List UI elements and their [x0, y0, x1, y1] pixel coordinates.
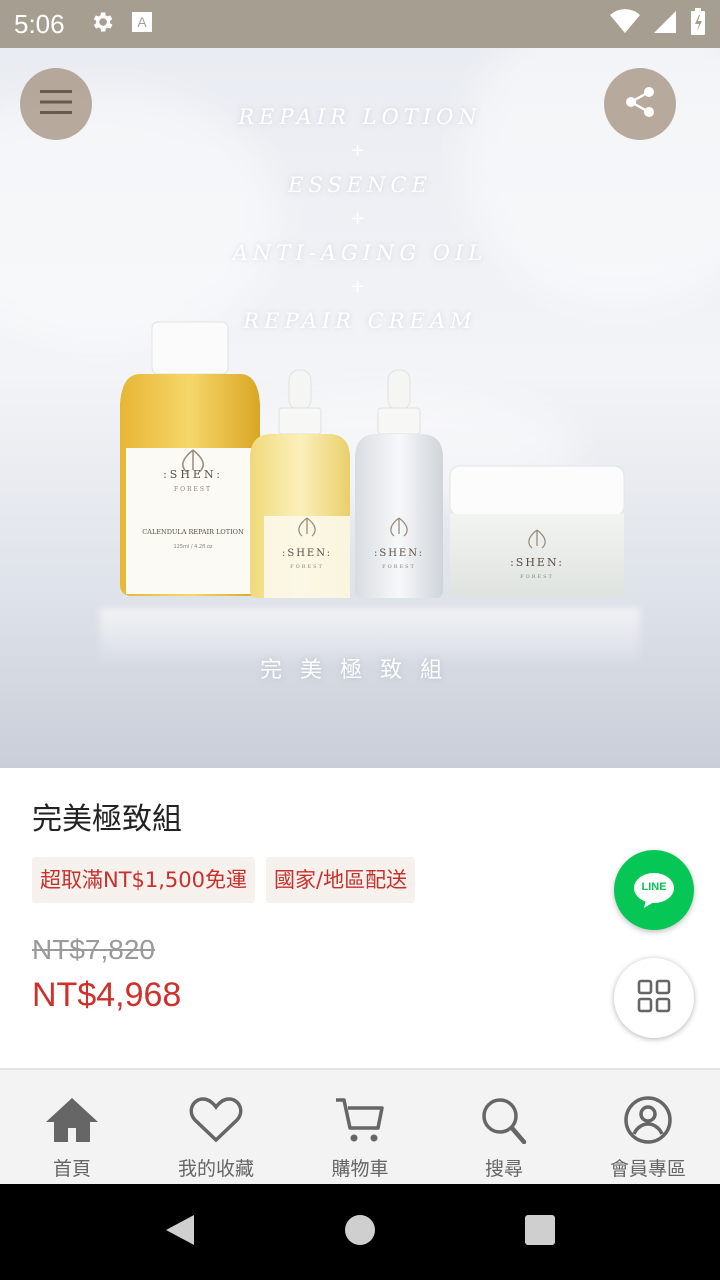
line-chat-button[interactable]: LINE [614, 850, 694, 930]
nav-label: 我的收藏 [177, 1158, 254, 1180]
nav-home[interactable]: 首頁 [0, 1070, 144, 1184]
original-price: NT$7,820 [32, 934, 155, 965]
svg-text::SHEN:: :SHEN: [374, 548, 424, 559]
signal-icon [652, 9, 678, 39]
user-icon [620, 1096, 676, 1148]
bottom-navigation: 首頁 我的收藏 購物車 搜尋 會員專區 [0, 1068, 720, 1184]
status-time: 5:06 [14, 8, 65, 39]
system-navigation-bar [0, 1184, 720, 1280]
svg-text:CALENDULA REPAIR LOTION: CALENDULA REPAIR LOTION [142, 528, 244, 536]
svg-text:FOREST: FOREST [290, 564, 324, 570]
product-info: 完美極致組 超取滿NT$1,500免運 國家/地區配送 NT$7,820 NT$… [0, 768, 720, 1068]
heart-icon [188, 1096, 244, 1148]
nav-label: 搜尋 [484, 1158, 523, 1180]
svg-text:FOREST: FOREST [520, 574, 554, 580]
nav-search[interactable]: 搜尋 [432, 1070, 576, 1184]
nav-label: 會員專區 [609, 1158, 686, 1180]
hamburger-menu-icon [39, 89, 73, 119]
nav-cart[interactable]: 購物車 [288, 1070, 432, 1184]
line-icon: LINE [632, 871, 676, 909]
settings-icon [89, 9, 115, 39]
nav-favorites[interactable]: 我的收藏 [144, 1070, 288, 1184]
hero-caption: 完美極致組 [259, 658, 460, 683]
product-title: 完美極致組 [32, 802, 182, 837]
recents-icon [525, 1215, 555, 1249]
svg-text::SHEN:: :SHEN: [510, 556, 564, 569]
menu-button[interactable] [20, 68, 92, 140]
product-hero-image: REPAIR LOTION + ESSENCE + ANTI-AGING OIL… [0, 48, 720, 768]
home-circle-icon [344, 1214, 376, 1250]
shipping-tag[interactable]: 超取滿NT$1,500免運 [32, 857, 256, 903]
svg-text:125ml / 4.2fl.oz: 125ml / 4.2fl.oz [173, 544, 212, 550]
region-shipping-tag[interactable]: 國家/地區配送 [266, 857, 416, 903]
line-label: LINE [641, 881, 667, 893]
wifi-icon [610, 9, 640, 39]
home-icon [44, 1096, 100, 1148]
nav-label: 首頁 [52, 1158, 91, 1180]
recents-button[interactable] [510, 1184, 570, 1280]
home-system-button[interactable] [330, 1184, 390, 1280]
a-icon: A [131, 11, 153, 37]
back-icon [164, 1213, 196, 1251]
brand-logo: :SHEN: [163, 468, 223, 481]
cart-icon [332, 1096, 388, 1148]
grid-icon [637, 979, 671, 1017]
search-icon [476, 1096, 532, 1148]
svg-text:FOREST: FOREST [382, 564, 416, 570]
sale-price: NT$4,968 [32, 976, 182, 1014]
svg-text:FOREST: FOREST [174, 486, 212, 493]
svg-text::SHEN:: :SHEN: [282, 548, 332, 559]
back-button[interactable] [150, 1184, 210, 1280]
nav-member[interactable]: 會員專區 [576, 1070, 720, 1184]
share-icon [623, 85, 657, 123]
battery-icon [690, 8, 706, 40]
share-button[interactable] [604, 68, 676, 140]
svg-text:A: A [137, 14, 147, 30]
quick-menu-button[interactable] [614, 958, 694, 1038]
status-bar: 5:06 A [0, 0, 720, 48]
nav-label: 購物車 [331, 1158, 389, 1180]
